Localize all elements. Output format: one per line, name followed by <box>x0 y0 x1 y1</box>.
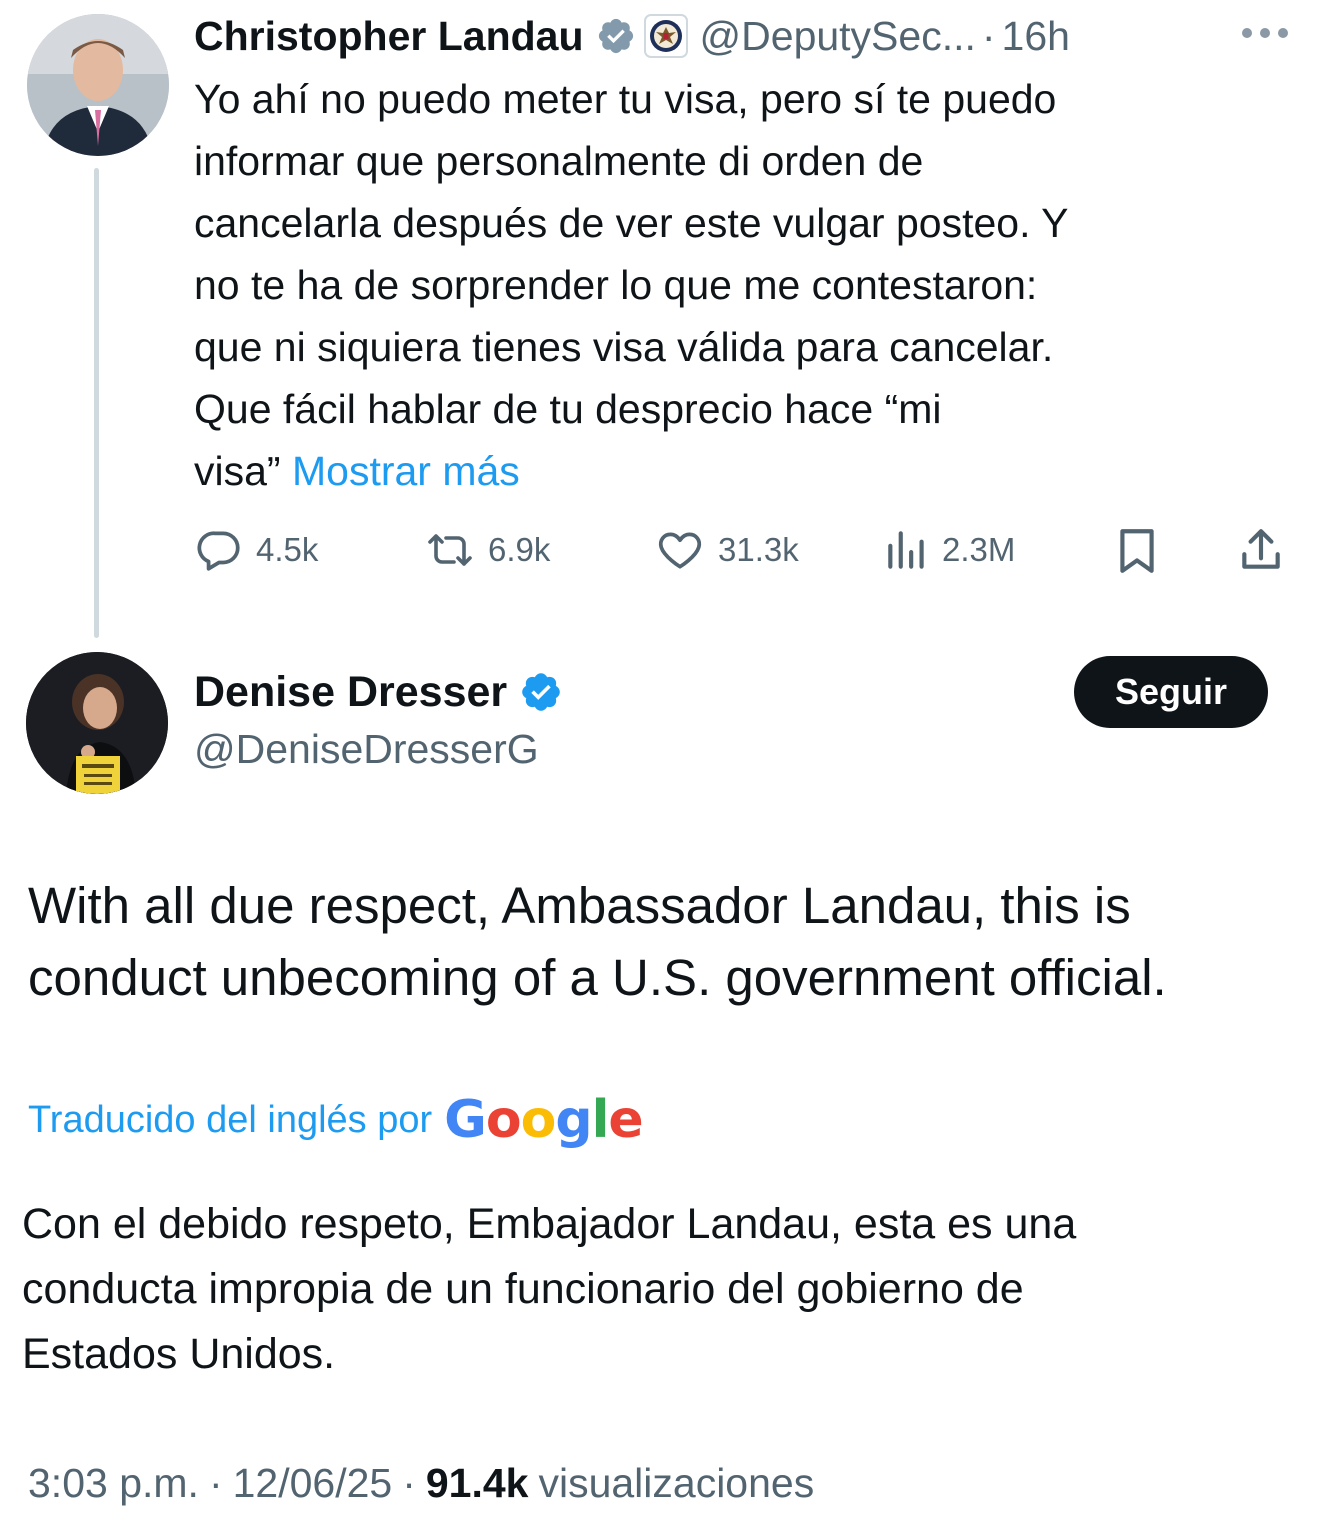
tweet-text-line: Yo ahí no puedo meter tu visa, pero sí t… <box>194 76 1057 122</box>
translated-text-line: conducta impropia de un funcionario del … <box>22 1265 1024 1313</box>
main-author-name-row: Denise Dresser <box>194 664 563 720</box>
main-tweet-text: With all due respect, Ambassador Landau,… <box>28 870 1298 1014</box>
translation-attribution[interactable]: Traducido del inglés por Google <box>28 1088 644 1152</box>
google-logo-letter: o <box>520 1090 557 1150</box>
tweet-text-line: Que fácil hablar de tu desprecio hace “m… <box>194 386 942 432</box>
follow-button[interactable]: Seguir <box>1074 656 1268 728</box>
tweet-text-line: no te ha de sorprender lo que me contest… <box>194 262 1038 308</box>
translated-tweet-text: Con el debido respeto, Embajador Landau,… <box>22 1192 1292 1387</box>
repost-icon <box>428 534 472 566</box>
main-author-name[interactable]: Denise Dresser <box>194 668 507 717</box>
verified-badge-icon <box>519 670 563 714</box>
parent-tweet-time[interactable]: 16h <box>1002 13 1070 60</box>
tweet-text-line: informar que personalmente di orden de <box>194 138 924 184</box>
more-icon[interactable] <box>1240 26 1290 40</box>
tweet-meta: 3:03 p.m. · 12/06/25 · 91.4k visualizaci… <box>28 1452 814 1514</box>
views-count: 2.3M <box>942 531 1016 568</box>
parent-author-name[interactable]: Christopher Landau <box>194 13 584 60</box>
main-author-avatar[interactable] <box>26 652 168 794</box>
state-department-seal-icon <box>643 14 688 58</box>
tweet-actions-bar: 4.5k 6.9k 31.3k 2.3M <box>190 520 1290 580</box>
verified-badge-icon <box>596 16 636 56</box>
tweet-text-line: conduct unbecoming of a U.S. government … <box>28 949 1167 1006</box>
avatar-photo-icon <box>27 14 169 156</box>
avatar-photo-icon <box>26 652 168 794</box>
repost-count: 6.9k <box>488 531 551 568</box>
tweet-date[interactable]: 12/06/25 <box>233 1460 393 1507</box>
meta-separator: · <box>402 1459 416 1506</box>
google-logo-letter: o <box>485 1090 522 1150</box>
translated-by-label: Traducido del inglés por <box>28 1098 433 1141</box>
reply-icon <box>197 531 240 571</box>
thread-line <box>94 168 99 638</box>
tweet-text-last-line: visa” Mostrar más <box>194 440 1274 502</box>
parent-author-handle[interactable]: @DeputySec... <box>700 13 976 60</box>
google-logo-letter: l <box>591 1090 610 1150</box>
tweet-text-line: cancelarla después de ver este vulgar po… <box>194 200 1069 246</box>
bookmark-button[interactable] <box>1114 520 1172 580</box>
share-icon <box>1242 529 1280 569</box>
bookmark-icon <box>1120 529 1154 573</box>
tweet-text-line: que ni siquiera tienes visa válida para … <box>194 324 1054 370</box>
parent-tweet-text: Yo ahí no puedo meter tu visa, pero sí t… <box>194 68 1274 502</box>
like-button[interactable]: 31.3k <box>654 520 799 580</box>
main-author-handle[interactable]: @DeniseDresserG <box>194 726 539 773</box>
google-logo-letter: e <box>608 1090 643 1150</box>
google-logo-letter: g <box>555 1090 592 1150</box>
parent-author-avatar[interactable] <box>27 14 169 156</box>
tweet-time[interactable]: 3:03 p.m. <box>28 1460 199 1507</box>
parent-tweet-header: Christopher Landau @DeputySec... · 16h <box>194 10 1070 62</box>
views-label: visualizaciones <box>538 1459 815 1506</box>
translated-text-line: Estados Unidos. <box>22 1330 336 1378</box>
tweet-text-line: visa” <box>194 448 281 494</box>
heart-icon <box>658 532 702 569</box>
repost-button[interactable]: 6.9k <box>424 520 550 580</box>
share-button[interactable] <box>1238 520 1296 580</box>
google-logo: Google <box>444 1090 644 1150</box>
reply-count: 4.5k <box>256 531 319 568</box>
translated-text-line: Con el debido respeto, Embajador Landau,… <box>22 1200 1077 1248</box>
analytics-icon <box>888 531 924 569</box>
show-more-link[interactable]: Mostrar más <box>292 448 520 494</box>
tweet-text-line: With all due respect, Ambassador Landau,… <box>28 877 1131 934</box>
reply-button[interactable]: 4.5k <box>194 520 318 580</box>
like-count: 31.3k <box>718 531 799 568</box>
views-count[interactable]: 91.4k <box>426 1460 529 1507</box>
meta-separator: · <box>208 1459 223 1506</box>
google-logo-letter: G <box>444 1090 487 1150</box>
header-separator: · <box>981 12 996 59</box>
views-button[interactable]: 2.3M <box>884 520 1015 580</box>
